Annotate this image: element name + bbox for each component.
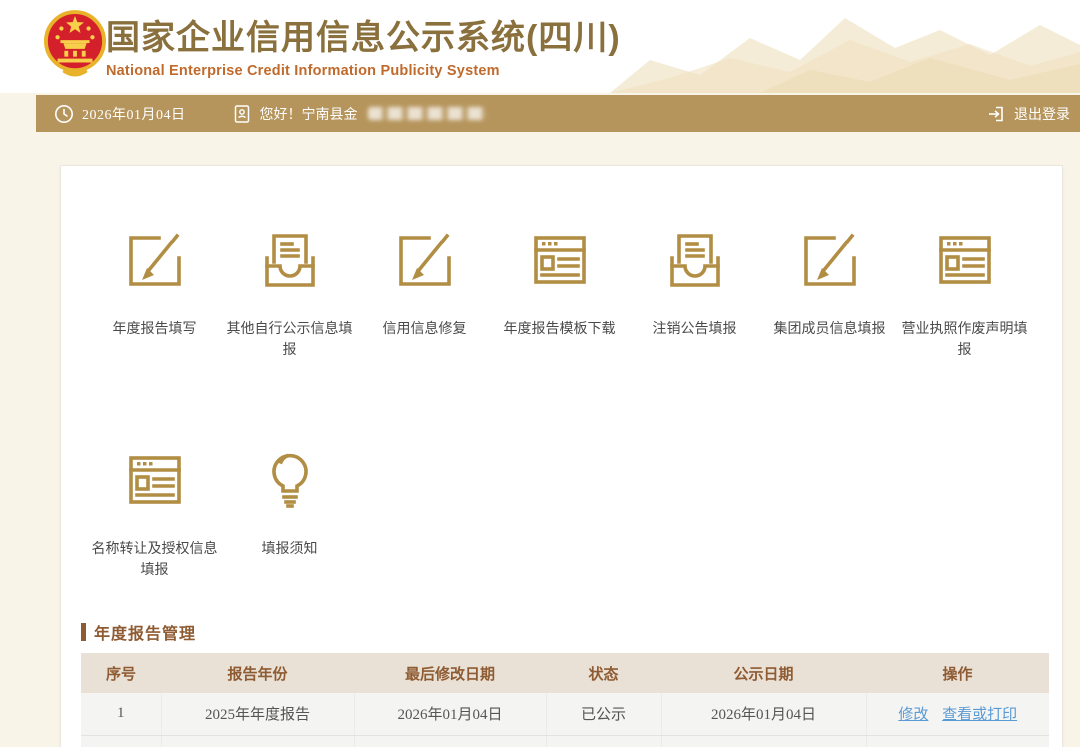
shortcut-label: 年度报告模板下载 xyxy=(504,318,616,339)
col-header-status: 状态 xyxy=(546,653,661,693)
cell-operations: 修改 查看或打印 xyxy=(866,693,1049,735)
national-emblem-logo xyxy=(44,8,106,82)
shortcut-group-member-info[interactable]: 集团成员信息填报 xyxy=(762,228,897,360)
main-panel: 年度报告填写 其他自行公示信息填报 信用信息修复 xyxy=(60,165,1063,747)
annual-report-table: 序号 报告年份 最后修改日期 状态 公示日期 操作 1 2025年年度报告 20… xyxy=(81,653,1049,747)
cell-status: 已公示 xyxy=(546,735,661,747)
shortcut-other-publicity-info[interactable]: 其他自行公示信息填报 xyxy=(222,228,357,360)
logout-label: 退出登录 xyxy=(1014,104,1070,124)
clock-icon xyxy=(54,104,74,124)
shortcut-annual-report-fill[interactable]: 年度报告填写 xyxy=(87,228,222,360)
shortcut-label: 填报须知 xyxy=(262,538,318,559)
modify-link[interactable]: 修改 xyxy=(898,706,928,723)
logout-button[interactable]: 退出登录 xyxy=(986,104,1070,124)
inbox-icon xyxy=(663,228,727,292)
shortcut-label: 名称转让及授权信息填报 xyxy=(87,538,222,580)
cell-seq: 1 xyxy=(81,693,161,735)
annual-report-section-header: 年度报告管理 xyxy=(81,620,1042,644)
shortcut-name-transfer-authorization[interactable]: 名称转让及授权信息填报 xyxy=(87,448,222,580)
cell-published: 2026年01月04日 xyxy=(661,693,866,735)
top-toolbar: 2026年01月04日 您好！宁南县金 退出登录 xyxy=(36,95,1080,132)
cell-published: 2025年01月03日 xyxy=(661,735,866,747)
shortcut-filing-instructions[interactable]: 填报须知 xyxy=(222,448,357,580)
site-title: 国家企业信用信息公示系统(四川) xyxy=(106,10,621,59)
col-header-published: 公示日期 xyxy=(661,653,866,693)
cell-seq: 2 xyxy=(81,735,161,747)
cell-modified: 2026年01月04日 xyxy=(354,693,546,735)
cell-status: 已公示 xyxy=(546,693,661,735)
cell-operations: 查看或打印 xyxy=(866,735,1049,747)
section-title-bar xyxy=(81,623,86,641)
user-greeting-group: 您好！宁南县金 xyxy=(232,104,486,124)
shortcut-row-1: 年度报告填写 其他自行公示信息填报 信用信息修复 xyxy=(81,228,1042,360)
section-title: 年度报告管理 xyxy=(94,620,196,644)
shortcut-label: 注销公告填报 xyxy=(653,318,737,339)
inbox-icon xyxy=(258,228,322,292)
table-row: 1 2025年年度报告 2026年01月04日 已公示 2026年01月04日 … xyxy=(81,693,1049,735)
shortcut-report-template-download[interactable]: 年度报告模板下载 xyxy=(492,228,627,360)
greeting-text: 您好！宁南县金 xyxy=(260,104,358,124)
site-subtitle: National Enterprise Credit Information P… xyxy=(106,63,621,79)
site-header: 国家企业信用信息公示系统(四川) National Enterprise Cre… xyxy=(0,0,1080,93)
edit-icon xyxy=(123,228,187,292)
table-row: 2 2024年年度报告 2025年01月03日 已公示 2025年01月03日 … xyxy=(81,735,1049,747)
shortcut-license-void-declaration[interactable]: 营业执照作废声明填报 xyxy=(897,228,1032,360)
shortcut-label: 年度报告填写 xyxy=(113,318,197,339)
edit-icon xyxy=(798,228,862,292)
table-header-row: 序号 报告年份 最后修改日期 状态 公示日期 操作 xyxy=(81,653,1049,693)
date-group: 2026年01月04日 xyxy=(54,104,186,124)
cell-modified: 2025年01月03日 xyxy=(354,735,546,747)
browser-list-icon xyxy=(933,228,997,292)
view-or-print-link[interactable]: 查看或打印 xyxy=(942,706,1017,723)
logout-icon xyxy=(986,104,1006,124)
cell-year: 2025年年度报告 xyxy=(161,693,354,735)
shortcut-row-2: 名称转让及授权信息填报 填报须知 xyxy=(81,448,1042,580)
id-card-icon xyxy=(232,104,252,124)
col-header-modified: 最后修改日期 xyxy=(354,653,546,693)
shortcut-label: 信用信息修复 xyxy=(383,318,467,339)
shortcut-label: 其他自行公示信息填报 xyxy=(222,318,357,360)
edit-icon xyxy=(393,228,457,292)
redacted-company-name xyxy=(368,107,486,120)
browser-list-icon xyxy=(528,228,592,292)
mountain-watermark-art xyxy=(610,0,1080,93)
current-date: 2026年01月04日 xyxy=(82,104,186,124)
shortcut-credit-repair[interactable]: 信用信息修复 xyxy=(357,228,492,360)
lightbulb-icon xyxy=(258,448,322,512)
shortcut-label: 营业执照作废声明填报 xyxy=(897,318,1032,360)
col-header-year: 报告年份 xyxy=(161,653,354,693)
browser-list-icon xyxy=(123,448,187,512)
shortcut-deregistration-notice[interactable]: 注销公告填报 xyxy=(627,228,762,360)
col-header-operations: 操作 xyxy=(866,653,1049,693)
shortcut-label: 集团成员信息填报 xyxy=(774,318,886,339)
cell-year: 2024年年度报告 xyxy=(161,735,354,747)
col-header-seq: 序号 xyxy=(81,653,161,693)
